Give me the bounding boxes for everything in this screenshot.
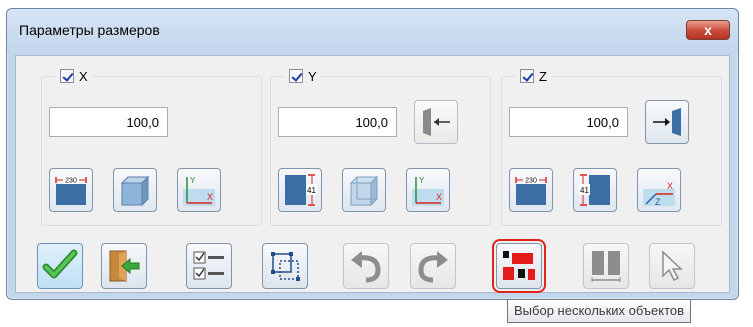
split-panels-button[interactable] [583, 243, 629, 289]
redo-icon [418, 251, 448, 283]
y-axis-glyph: Y [190, 176, 196, 185]
split-panels-icon [591, 251, 621, 282]
push-right-panel-icon [653, 108, 681, 136]
x-axis-label: X [79, 68, 88, 84]
dimension-parameters-dialog: Параметры размеров x X 230 [6, 8, 739, 300]
group-y-header: Y [285, 67, 321, 85]
push-left-panel-icon [423, 108, 450, 136]
group-y: Y 41 [270, 67, 491, 226]
y-push-left-button[interactable] [414, 100, 458, 144]
height-value-label: 41 [580, 186, 589, 195]
close-button[interactable]: x [686, 20, 730, 40]
z-axis-label: Z [539, 68, 547, 84]
cube-icon [349, 175, 379, 207]
z-axis-glyph: Z [655, 197, 661, 207]
x-width-dimension-button[interactable]: 230 [49, 168, 93, 212]
checklist-icon [193, 251, 224, 280]
undo-button[interactable] [343, 243, 389, 289]
axes-xy-icon: Y X [412, 176, 444, 206]
height-dimension-icon: 41 [579, 174, 610, 206]
undo-icon [351, 251, 381, 283]
x-checkbox[interactable] [60, 69, 74, 83]
y-axis-label: Y [308, 68, 317, 84]
width-value-label: 230 [65, 178, 77, 185]
group-z-header: Z [516, 67, 551, 85]
x-axis-glyph: X [667, 181, 673, 191]
x-axes-button[interactable]: Y X [177, 168, 221, 212]
cursor-arrow-icon [662, 250, 683, 282]
dialog-body: X 230 [15, 55, 730, 293]
height-value-label: 41 [307, 186, 316, 195]
checklist-button[interactable] [186, 243, 232, 289]
axes-xz-icon: X Z [643, 181, 675, 207]
window-title: Параметры размеров [19, 22, 160, 38]
width-dimension-icon: 230 [55, 176, 87, 205]
exit-door-icon [109, 250, 140, 282]
y-cube-button[interactable] [342, 168, 386, 212]
y-checkbox[interactable] [289, 69, 303, 83]
checkmark-icon [42, 249, 78, 279]
x-axis-glyph: X [207, 192, 213, 202]
height-dimension-icon: 41 [285, 174, 317, 206]
y-axis-glyph: Y [419, 176, 425, 185]
tooltip: Выбор нескольких объектов [507, 299, 692, 323]
cursor-button[interactable] [649, 243, 695, 289]
exit-button[interactable] [101, 243, 147, 289]
width-dimension-icon: 230 [515, 176, 547, 205]
redo-button[interactable] [410, 243, 456, 289]
z-axes-button[interactable]: X Z [637, 168, 681, 212]
multi-select-button[interactable] [492, 239, 546, 293]
axes-xy-icon: Y X [183, 176, 215, 206]
z-value-input[interactable] [509, 107, 628, 137]
x-value-input[interactable] [49, 107, 168, 137]
width-value-label: 230 [525, 178, 537, 185]
z-checkbox[interactable] [520, 69, 534, 83]
frame-select-button[interactable] [262, 243, 308, 289]
y-axes-button[interactable]: Y X [406, 168, 450, 212]
close-icon: x [704, 22, 712, 38]
group-x-header: X [56, 67, 92, 85]
y-height-dimension-button[interactable]: 41 [278, 168, 322, 212]
x-cube-button[interactable] [113, 168, 157, 212]
cube-icon [120, 175, 150, 207]
apply-button[interactable] [37, 243, 83, 289]
multi-select-objects-icon [503, 251, 535, 280]
x-axis-glyph: X [436, 192, 442, 202]
title-bar: Параметры размеров x [7, 9, 738, 53]
group-z: Z 230 [501, 67, 722, 226]
z-width-dimension-button[interactable]: 230 [509, 168, 553, 212]
group-x: X 230 [41, 67, 262, 226]
y-value-input[interactable] [278, 107, 397, 137]
z-push-right-button[interactable] [645, 100, 689, 144]
z-height-dimension-button[interactable]: 41 [573, 168, 617, 212]
select-frame-icon [271, 252, 300, 281]
